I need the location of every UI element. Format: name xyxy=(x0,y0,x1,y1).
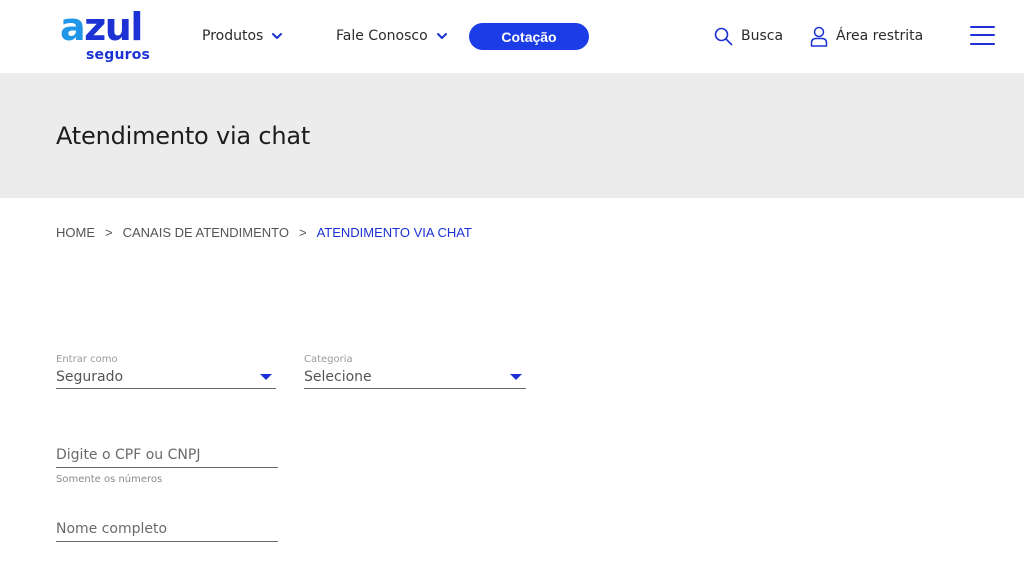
breadcrumb-separator: > xyxy=(105,224,113,240)
nav-produtos-label: Produtos xyxy=(202,28,264,44)
nome-input-wrapper xyxy=(56,517,278,542)
menu-bar xyxy=(970,26,995,28)
chevron-down-icon xyxy=(436,33,447,39)
nome-input[interactable] xyxy=(56,521,278,537)
logo-wordmark-a: a xyxy=(60,5,86,49)
cpf-input[interactable] xyxy=(56,447,278,463)
search-icon xyxy=(714,27,733,45)
cpf-hint: Somente os números xyxy=(56,474,163,485)
menu-bar xyxy=(970,34,995,36)
nome-field xyxy=(56,517,278,542)
cotacao-button[interactable]: Cotação xyxy=(469,23,589,50)
user-icon xyxy=(810,26,828,47)
categoria-label: Categoria xyxy=(304,354,353,365)
caret-down-icon xyxy=(510,374,522,380)
nav-fale-conosco[interactable]: Fale Conosco xyxy=(336,26,448,46)
categoria-value: Selecione xyxy=(304,369,372,385)
restricted-area-label: Área restrita xyxy=(836,28,924,44)
categoria-field: Categoria Selecione xyxy=(304,354,526,389)
breadcrumb-separator: > xyxy=(298,224,307,240)
breadcrumb: HOME > CANAIS DE ATENDIMENTO > ATENDIMEN… xyxy=(56,224,472,240)
search-link[interactable]: Busca xyxy=(714,25,783,47)
entrar-como-select[interactable]: Segurado xyxy=(56,366,276,389)
logo-wordmark-rest: zul xyxy=(84,5,143,49)
menu-bar xyxy=(970,43,995,45)
entrar-como-field: Entrar como Segurado xyxy=(56,354,276,389)
azul-seguros-logo[interactable]: azul seguros xyxy=(60,8,152,66)
entrar-como-value: Segurado xyxy=(56,369,124,385)
nav-fale-conosco-label: Fale Conosco xyxy=(336,28,428,44)
entrar-como-label: Entrar como xyxy=(56,354,118,365)
cpf-input-wrapper xyxy=(56,443,278,468)
breadcrumb-canais[interactable]: CANAIS DE ATENDIMENTO xyxy=(123,225,289,240)
logo-wordmark: azul xyxy=(60,5,143,49)
logo-subtitle: seguros xyxy=(86,47,151,63)
nav-produtos[interactable]: Produtos xyxy=(202,26,283,46)
page-hero: Atendimento via chat xyxy=(0,73,1024,198)
hamburger-menu-icon[interactable] xyxy=(970,25,995,46)
search-label: Busca xyxy=(741,28,784,44)
site-header: azul seguros Produtos Fale Conosco Cotaç… xyxy=(0,0,1024,73)
caret-down-icon xyxy=(260,374,272,380)
restricted-area-link[interactable]: Área restrita xyxy=(810,25,923,47)
breadcrumb-home[interactable]: HOME xyxy=(56,225,95,240)
categoria-select[interactable]: Selecione xyxy=(304,366,526,389)
breadcrumb-current: ATENDIMENTO VIA CHAT xyxy=(316,224,472,240)
page-title: Atendimento via chat xyxy=(56,122,311,150)
cpf-field: Somente os números xyxy=(56,443,278,485)
chevron-down-icon xyxy=(272,33,283,39)
